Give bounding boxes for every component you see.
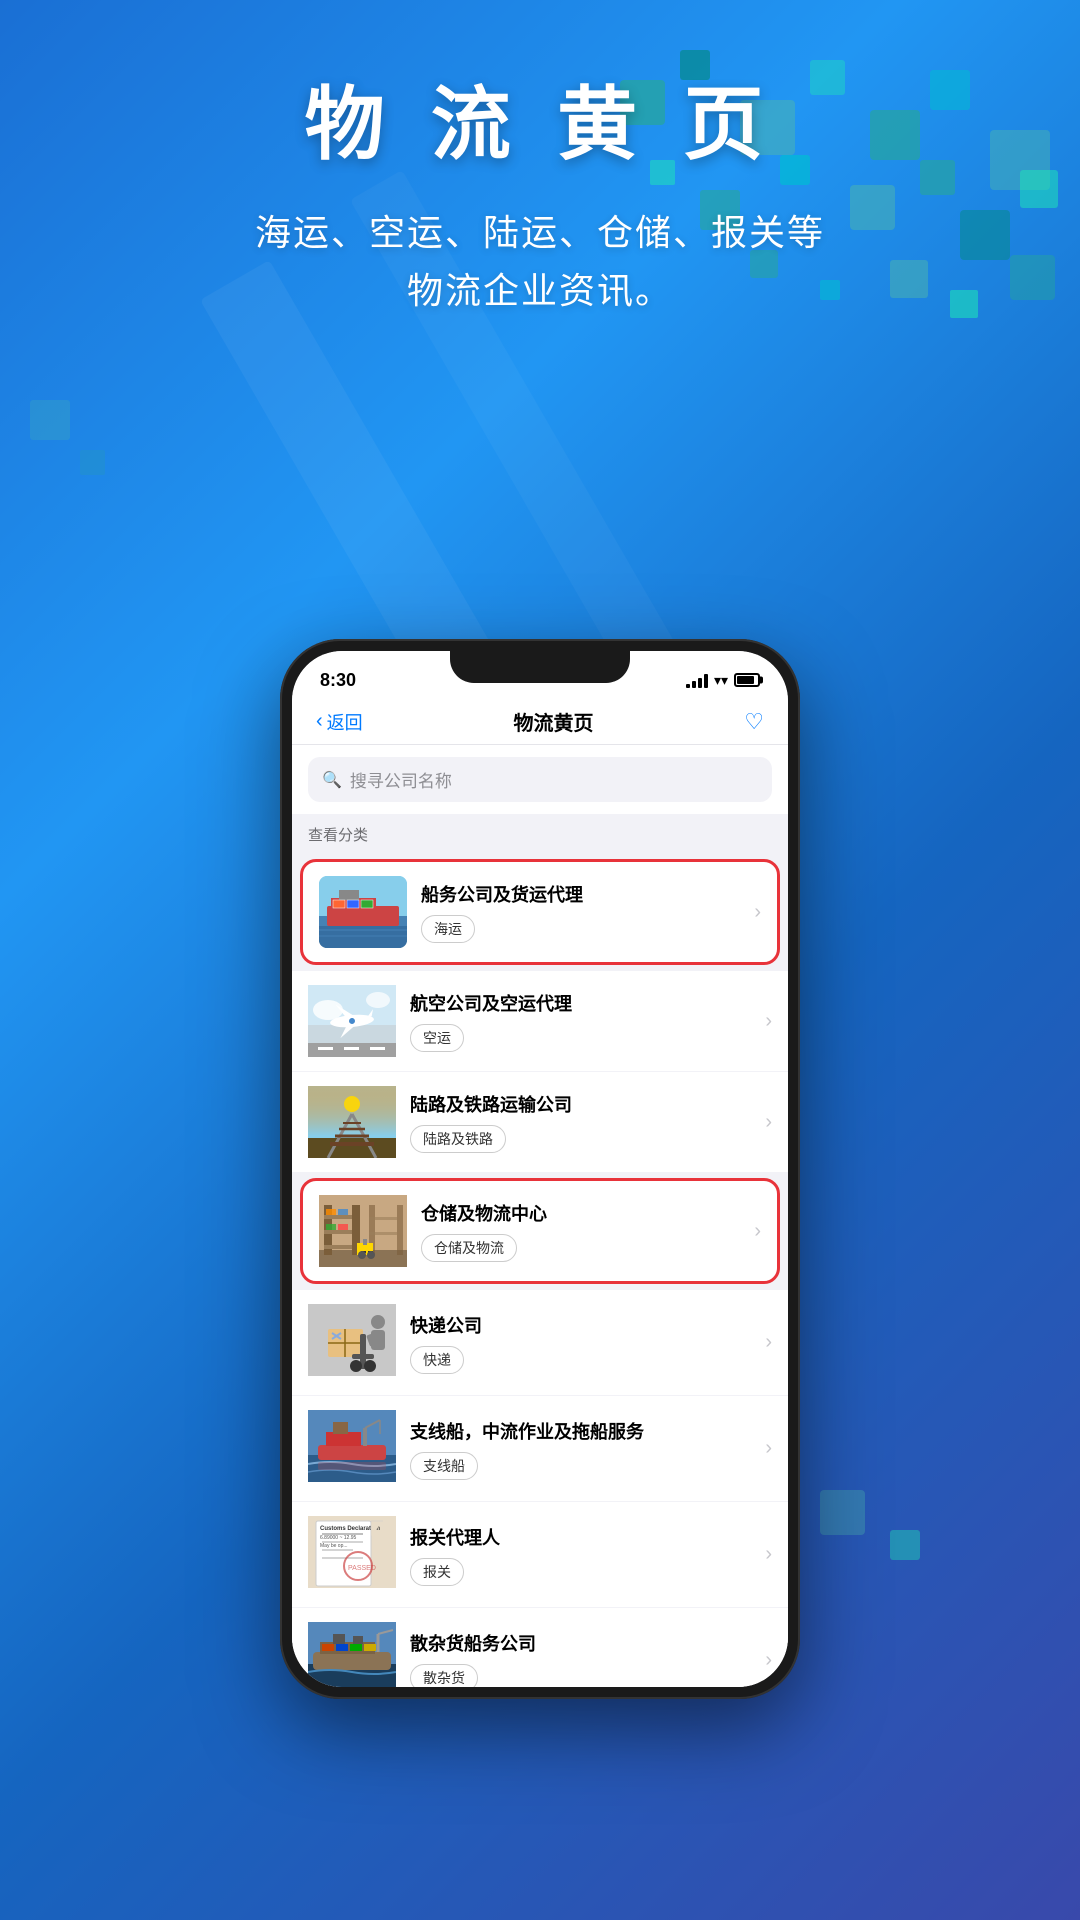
item-image-courier <box>308 1304 396 1381</box>
item-tag-airline: 空运 <box>410 1024 464 1052</box>
item-title-customs: 报关代理人 <box>410 1524 751 1550</box>
list-item-shipping[interactable]: 船务公司及货运代理 海运 › <box>300 859 780 965</box>
nav-title: 物流黄页 <box>513 707 593 736</box>
item-tag-bulk: 散杂货 <box>410 1664 478 1688</box>
item-chevron-customs: › <box>765 1543 772 1566</box>
item-image-warehouse <box>319 1195 407 1267</box>
item-content-bulk: 散杂货船务公司 散杂货 <box>410 1630 751 1688</box>
item-chevron-courier: › <box>765 1331 772 1354</box>
item-content-warehouse: 仓储及物流中心 仓储及物流 <box>421 1200 740 1262</box>
phone-inner: 8:30 ▾▾ ‹ 返回 <box>292 651 788 1687</box>
item-image-plane <box>308 985 396 1057</box>
list-item-customs[interactable]: Customs Declaration 6.89000 ~ 12.95 May … <box>292 1502 788 1607</box>
status-time: 8:30 <box>320 670 356 691</box>
svg-text:PASSED: PASSED <box>348 1565 376 1572</box>
back-label: 返回 <box>327 709 363 735</box>
phone-mockup: 8:30 ▾▾ ‹ 返回 <box>280 639 800 1739</box>
sub-title-line2: 物流企业资讯。 <box>407 270 673 311</box>
item-tag-tugboat: 支线船 <box>410 1452 478 1480</box>
item-chevron-tugboat: › <box>765 1437 772 1460</box>
search-bar[interactable]: 🔍 搜寻公司名称 <box>308 757 772 802</box>
back-button[interactable]: ‹ 返回 <box>316 709 363 735</box>
list-item-rail[interactable]: 陆路及铁路运输公司 陆路及铁路 › <box>292 1072 788 1172</box>
sub-title: 海运、空运、陆运、仓储、报关等 物流企业资讯。 <box>0 204 1080 319</box>
item-chevron-shipping: › <box>754 901 761 924</box>
back-chevron-icon: ‹ <box>316 710 323 733</box>
search-placeholder: 搜寻公司名称 <box>350 767 452 792</box>
item-title-courier: 快递公司 <box>410 1312 751 1338</box>
item-title-warehouse: 仓储及物流中心 <box>421 1200 740 1226</box>
item-image-rail <box>308 1086 396 1158</box>
heart-icon[interactable]: ♡ <box>744 709 764 735</box>
item-title-shipping: 船务公司及货运代理 <box>421 881 740 907</box>
item-chevron-bulk: › <box>765 1649 772 1672</box>
signal-icon <box>686 672 708 688</box>
item-content-courier: 快递公司 快递 <box>410 1312 751 1374</box>
item-tag-shipping: 海运 <box>421 915 475 943</box>
svg-text:6.89000 ~ 12.95: 6.89000 ~ 12.95 <box>320 1535 357 1541</box>
item-title-bulk: 散杂货船务公司 <box>410 1630 751 1656</box>
item-title-airline: 航空公司及空运代理 <box>410 990 751 1016</box>
item-image-customs: Customs Declaration 6.89000 ~ 12.95 May … <box>308 1516 396 1593</box>
item-tag-rail: 陆路及铁路 <box>410 1125 506 1153</box>
header-section: 物 流 黄 页 海运、空运、陆运、仓储、报关等 物流企业资讯。 <box>0 60 1080 319</box>
list-container: 船务公司及货运代理 海运 › <box>292 859 788 1687</box>
item-chevron-rail: › <box>765 1111 772 1134</box>
category-label: 查看分类 <box>292 814 788 853</box>
battery-icon <box>734 673 760 687</box>
list-item-courier[interactable]: 快递公司 快递 › <box>292 1290 788 1395</box>
item-image-tugboat <box>308 1410 396 1487</box>
list-item-airline[interactable]: 航空公司及空运代理 空运 › <box>292 971 788 1071</box>
sub-title-line1: 海运、空运、陆运、仓储、报关等 <box>255 212 825 253</box>
list-item-bulk[interactable]: 散杂货船务公司 散杂货 › <box>292 1608 788 1687</box>
item-tag-warehouse: 仓储及物流 <box>421 1234 517 1262</box>
svg-text:May be op...: May be op... <box>320 1543 348 1549</box>
item-content-tugboat: 支线船，中流作业及拖船服务 支线船 <box>410 1418 751 1480</box>
nav-bar: ‹ 返回 物流黄页 ♡ <box>292 699 788 745</box>
item-content-rail: 陆路及铁路运输公司 陆路及铁路 <box>410 1091 751 1153</box>
search-icon: 🔍 <box>322 770 342 790</box>
item-title-tugboat: 支线船，中流作业及拖船服务 <box>410 1418 751 1444</box>
item-tag-customs: 报关 <box>410 1558 464 1586</box>
item-content-airline: 航空公司及空运代理 空运 <box>410 990 751 1052</box>
main-title: 物 流 黄 页 <box>0 60 1080 176</box>
search-container: 🔍 搜寻公司名称 <box>292 745 788 814</box>
item-content-shipping: 船务公司及货运代理 海运 <box>421 881 740 943</box>
item-title-rail: 陆路及铁路运输公司 <box>410 1091 751 1117</box>
item-tag-courier: 快递 <box>410 1346 464 1374</box>
phone-notch <box>450 651 630 683</box>
item-image-ship <box>319 876 407 948</box>
item-chevron-airline: › <box>765 1010 772 1033</box>
list-item-warehouse[interactable]: 仓储及物流中心 仓储及物流 › <box>300 1178 780 1284</box>
item-chevron-warehouse: › <box>754 1220 761 1243</box>
phone-outer: 8:30 ▾▾ ‹ 返回 <box>280 639 800 1699</box>
status-icons: ▾▾ <box>686 672 760 689</box>
item-image-bulk <box>308 1622 396 1687</box>
list-item-tugboat[interactable]: 支线船，中流作业及拖船服务 支线船 › <box>292 1396 788 1501</box>
wifi-icon: ▾▾ <box>714 672 728 689</box>
item-content-customs: 报关代理人 报关 <box>410 1524 751 1586</box>
